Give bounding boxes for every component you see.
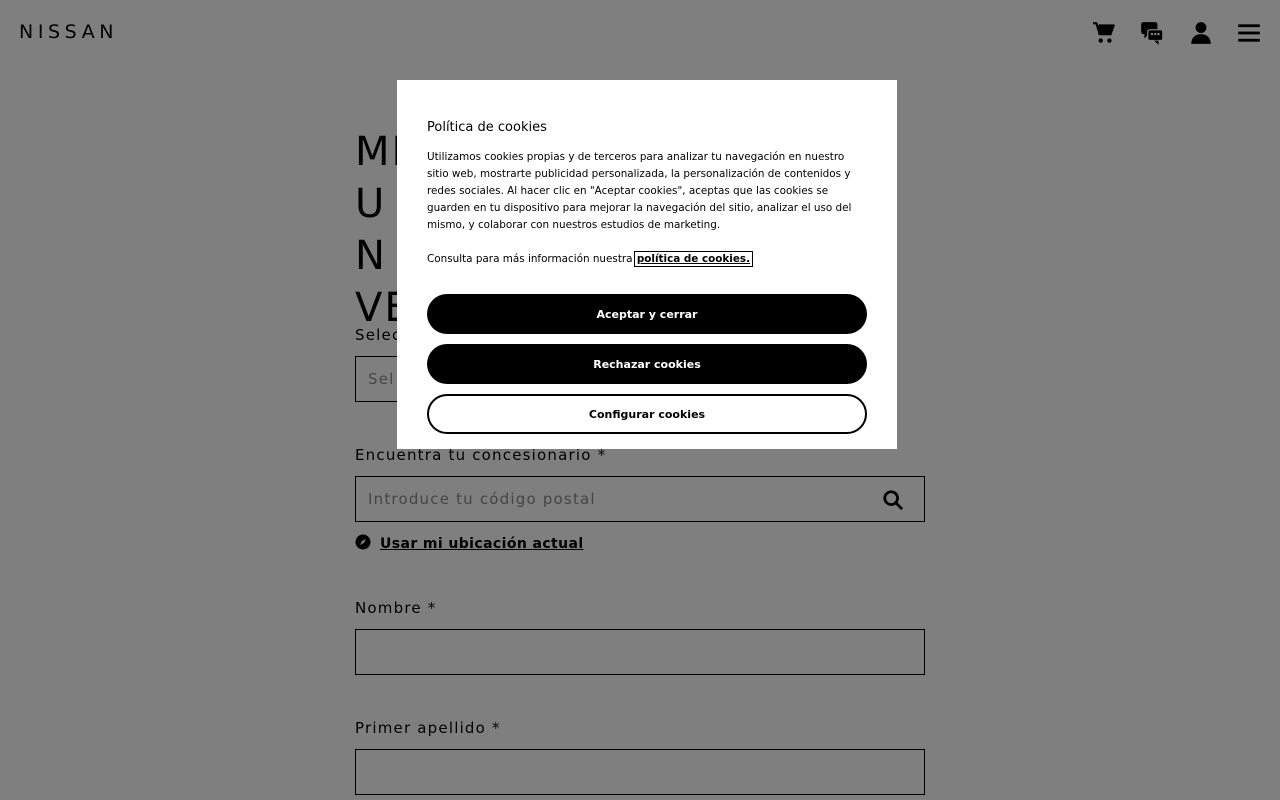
cookie-dialog-title: Política de cookies xyxy=(427,120,547,135)
configure-cookies-button[interactable]: Configurar cookies xyxy=(427,394,867,434)
more-info-text: Consulta para más información nuestra xyxy=(427,253,636,265)
cookie-dialog-text: Utilizamos cookies propias y de terceros… xyxy=(427,151,852,231)
reject-cookies-button[interactable]: Rechazar cookies xyxy=(427,344,867,384)
accept-cookies-button[interactable]: Aceptar y cerrar xyxy=(427,294,867,334)
cookie-dialog-more-info: Consulta para más información nuestra po… xyxy=(427,251,867,268)
cookie-policy-dialog: Política de cookies Utilizamos cookies p… xyxy=(397,80,897,449)
cookie-policy-link[interactable]: política de cookies. xyxy=(633,251,754,267)
